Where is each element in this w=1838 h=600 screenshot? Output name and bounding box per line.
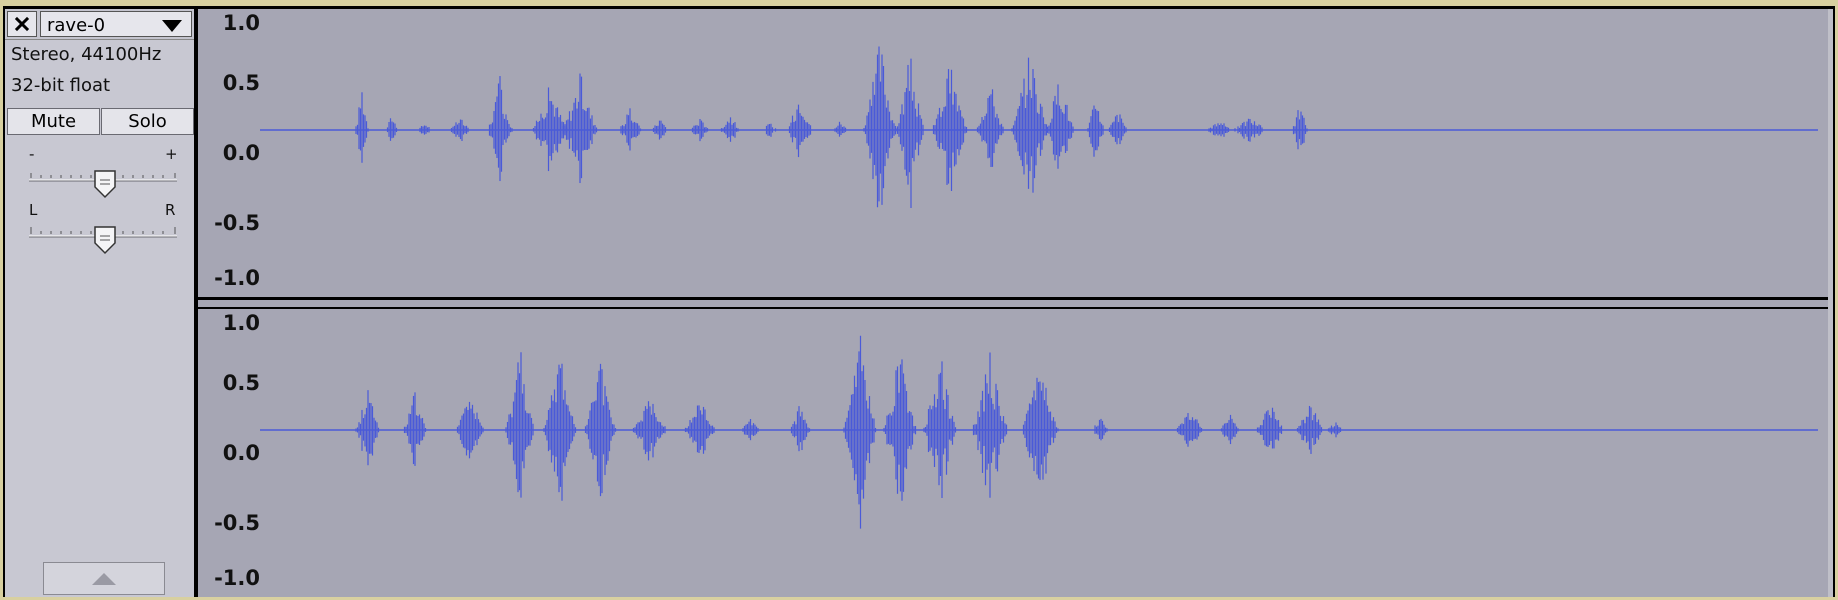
track-format-info: Stereo, 44100Hz <box>11 44 162 65</box>
ruler-label: 0.5 <box>222 71 260 95</box>
slider-thumb-icon[interactable] <box>93 225 117 255</box>
gain-slider[interactable]: - + <box>5 145 194 199</box>
close-icon <box>14 16 30 32</box>
ruler-label: -0.5 <box>214 211 260 235</box>
solo-button[interactable]: Solo <box>101 108 194 135</box>
track-control-panel: rave-0 Stereo, 44100Hz 32-bit float Mute… <box>5 9 196 597</box>
ruler-label: 1.0 <box>222 311 260 335</box>
track-name-menu-button[interactable]: rave-0 <box>40 11 192 37</box>
waveform-channel-left[interactable]: 1.0 0.5 0.0 -0.5 -1.0 <box>198 9 1828 297</box>
slider-thumb-icon[interactable] <box>93 169 117 199</box>
channel-separator[interactable] <box>198 297 1828 309</box>
ruler-label: 0.0 <box>222 141 260 165</box>
waveform-left <box>260 46 1818 209</box>
mute-button[interactable]: Mute <box>7 108 100 135</box>
track-header: rave-0 <box>5 9 194 40</box>
collapse-track-button[interactable] <box>43 562 165 595</box>
triangle-down-icon <box>162 20 182 32</box>
triangle-up-icon <box>92 572 116 585</box>
waveform-channel-right[interactable]: 1.0 0.5 0.0 -0.5 -1.0 <box>198 309 1828 597</box>
pan-slider[interactable]: L R <box>5 201 194 255</box>
ruler-label: 1.0 <box>222 11 260 35</box>
ruler-label: 0.5 <box>222 371 260 395</box>
ruler-label: -1.0 <box>214 566 260 590</box>
waveform-right <box>260 335 1818 529</box>
close-track-button[interactable] <box>7 11 37 37</box>
ruler-label: -1.0 <box>214 266 260 290</box>
ruler-label: 0.0 <box>222 441 260 465</box>
track-right-edge <box>1828 9 1833 597</box>
ruler-label: -0.5 <box>214 511 260 535</box>
track-bit-depth-info: 32-bit float <box>11 75 111 96</box>
track-name: rave-0 <box>47 15 106 36</box>
